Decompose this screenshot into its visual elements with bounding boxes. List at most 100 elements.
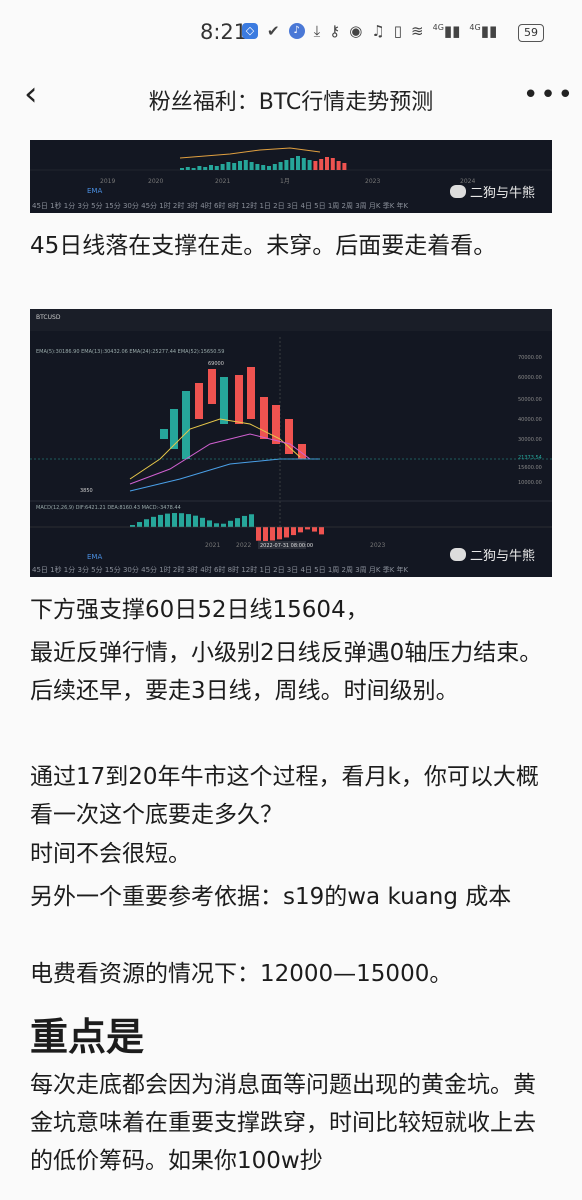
chart1-candle — [296, 156, 300, 170]
chart2-macd-bar — [291, 527, 296, 536]
chart2-macd-bar — [312, 527, 317, 532]
chart2-year-2: 2023 — [370, 542, 385, 549]
shield-check-icon: ✔ — [267, 22, 280, 40]
download-icon: ⤓ — [313, 22, 321, 40]
chart2-macd-bar — [207, 520, 212, 527]
chart1-candle — [180, 168, 184, 170]
chart2-macd-bar — [144, 519, 149, 527]
paragraph-1: 45日线落在支撑在走。未穿。后面要走着看。 — [30, 233, 497, 259]
chart1-candle — [336, 161, 341, 170]
chart2-macd-bar — [172, 513, 177, 527]
chart2-candle — [285, 419, 293, 454]
chart2-macd-bar — [249, 514, 254, 527]
chart1-candle — [325, 157, 329, 170]
chart2-macd-bar — [200, 517, 205, 527]
chart2-macd-bar — [158, 514, 163, 527]
paragraph-2-line-0: 下方强支撑60日52日线15604， — [30, 597, 369, 623]
chart2-macd-bar — [235, 518, 240, 527]
chart2-macd-bar — [130, 525, 135, 527]
key-icon: ⚷ — [329, 22, 341, 40]
chart1-candle — [267, 166, 271, 170]
more-options-button[interactable]: ••• — [523, 80, 575, 110]
chart2-macd-bar — [277, 527, 282, 540]
chart2-macd-bar — [179, 513, 184, 527]
chart2-timeframe-bar[interactable]: 45日 1秒 1分 3分 5分 15分 30分 45分 1时 2时 3时 4时 … — [30, 563, 552, 577]
chart1-candle — [220, 164, 225, 170]
chart1-candle — [197, 166, 202, 170]
chart2-macd-line: MACD(12,26,9) DIF:6421.21 DEA:8160.43 MA… — [36, 505, 181, 511]
chart1-candle — [319, 159, 324, 170]
chart2-macd-bar — [270, 527, 275, 541]
signal-icon-1: 4G▮▮ — [432, 22, 461, 40]
paragraph-2-line-4: 另外一个重要参考依据：s19的wa kuang 成本 — [30, 884, 512, 910]
chart2-macd-bar — [305, 527, 310, 530]
chart1-year-4: 2023 — [365, 178, 380, 185]
status-bar: 8:21 ◇ ✔ ♪ ⤓ ⚷ ◉ ♫ ▯ ≋ 4G▮▮ 4G▮▮ 59 — [0, 0, 582, 64]
chart2-indicator: EMA — [87, 553, 102, 561]
paragraph-2-line-1: 最近反弹行情，小级别2日线反弹遇0轴压力结束。后续还早，要走3日线，周线。时间级… — [30, 640, 543, 704]
chart1-year-2: 2021 — [215, 178, 230, 185]
chart2-candle — [235, 375, 243, 424]
chart2-macd-bar — [137, 522, 142, 527]
chart2-price-label: 10000.00 — [518, 480, 542, 486]
chart1-candle — [278, 162, 283, 170]
chart2-candle — [220, 377, 228, 424]
chart2-low-label: 3850 — [80, 488, 93, 494]
chart2-macd-bar — [221, 523, 226, 527]
eye-icon: ◉ — [349, 22, 363, 40]
chart1-candle — [284, 160, 289, 170]
vibrate-icon: ▯ — [393, 22, 403, 40]
chart2-ema-line: EMA(5):30186.90 EMA(13):30432.06 EMA(24)… — [36, 349, 224, 355]
chart1-candle — [330, 158, 335, 170]
chart1-candle — [272, 164, 277, 170]
paragraph-2-line-2: 通过17到20年牛市这个过程，看月k，你可以大概看一次这个底要走多久？ — [30, 764, 539, 828]
wifi-icon: ≋ — [411, 22, 424, 40]
chart2-macd-bar — [186, 514, 191, 527]
chart2-svg: BTCUSD EMA(5):30186.90 EMA(13):30432.06 … — [30, 309, 552, 561]
chart1-candle — [226, 162, 231, 170]
chart1-indicator: EMA — [87, 187, 102, 195]
app-notification-icon: ◇ — [242, 23, 258, 39]
chart2-macd-bar — [214, 523, 219, 527]
chart1-candle — [191, 168, 196, 170]
chart2-candle — [208, 369, 216, 404]
chart-image-2[interactable]: BTCUSD EMA(5):30186.90 EMA(13):30432.06 … — [30, 309, 552, 577]
chart2-date-label: 2022-07-31 08:00:00 — [260, 543, 313, 549]
chart2-price-label: 30000.00 — [518, 437, 542, 443]
chart1-candle — [185, 167, 190, 170]
battery-icon: 59 — [518, 24, 544, 42]
chart2-macd-bar — [193, 515, 198, 527]
chart1-year-0: 2019 — [100, 178, 115, 185]
chart2-price-label: 15600.00 — [518, 465, 542, 471]
chart2-year-0: 2021 — [205, 542, 220, 549]
music-icon: ♪ — [288, 23, 305, 39]
chart2-candle — [182, 391, 190, 459]
signal1-label: 4G — [432, 23, 444, 32]
paragraph-2-line-3: 时间不会很短。 — [30, 841, 191, 867]
chart1-candle — [307, 160, 312, 170]
status-icons: ◇ ✔ ♪ ⤓ ⚷ ◉ ♫ ▯ ≋ 4G▮▮ 4G▮▮ — [242, 22, 497, 40]
chart2-macd-bar — [242, 515, 247, 527]
chart1-candle — [261, 165, 266, 170]
chart1-timeframe-bar[interactable]: 45日 1秒 1分 3分 5分 15分 30分 45分 1时 2时 3时 4时 … — [30, 199, 552, 213]
chart1-candle — [313, 161, 318, 170]
chart1-year-3: 1月 — [280, 178, 290, 185]
chart1-candle — [290, 158, 295, 170]
wechat-icon — [450, 185, 466, 198]
chart1-candle — [301, 158, 306, 170]
chart1-candle — [243, 160, 248, 170]
chart2-macd-bar — [284, 527, 289, 538]
chart2-macd-bar — [263, 527, 268, 541]
signal2-label: 4G — [469, 23, 481, 32]
chart2-macd-bar — [298, 527, 303, 533]
chart2-macd-bar — [151, 516, 156, 527]
chart1-candle — [249, 162, 254, 170]
chart2-candle — [170, 409, 178, 449]
section-heading: 重点是 — [30, 1015, 145, 1059]
signal-icon-2: 4G▮▮ — [469, 22, 498, 40]
chart-image-1[interactable]: 2019 2020 2021 1月 2023 2024 EMA 二狗与牛熊 45… — [30, 140, 552, 213]
chart2-candle — [160, 429, 168, 439]
chart1-candle — [255, 164, 260, 170]
wechat-icon — [450, 548, 466, 561]
chart2-watermark: 二狗与牛熊 — [450, 545, 535, 564]
